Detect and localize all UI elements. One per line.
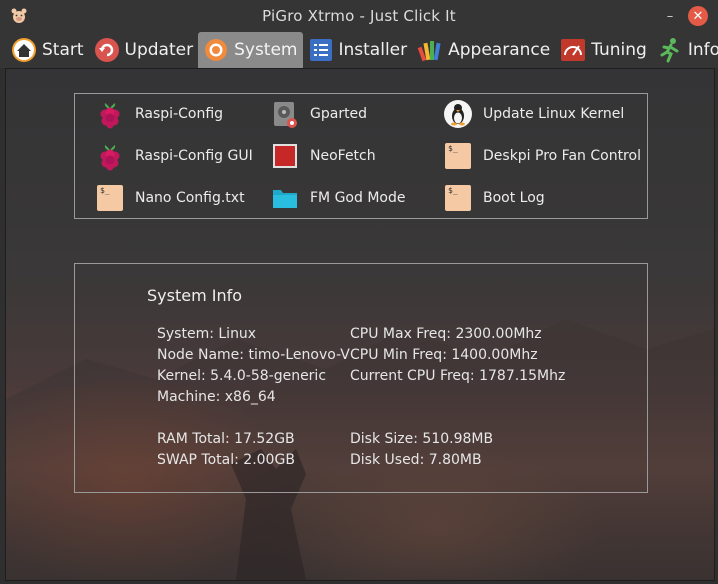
speedometer-icon [560, 37, 586, 63]
neofetch-icon [270, 141, 300, 171]
system-tab-panel: Raspi-Config Gparted Update Linux Kernel… [5, 68, 715, 581]
close-icon: ✕ [692, 8, 704, 24]
tux-icon [443, 99, 473, 129]
app-window: PiGro Xtrmo - Just Click It – ✕ Start Up… [0, 0, 718, 584]
nano-config-txt-button[interactable]: $_ Nano Config.txt [95, 183, 245, 213]
terminal-glyph: $_ [448, 186, 458, 195]
tab-bar: Start Updater System Installer Appearanc… [0, 32, 718, 68]
tab-label: Info [687, 40, 718, 60]
ram-total-value: RAM Total: 17.52GB [157, 431, 295, 447]
raspi-config-button[interactable]: Raspi-Config [95, 99, 223, 129]
system-info-title: System Info [147, 286, 243, 305]
pig-logo-icon [11, 8, 27, 23]
tab-label: Tuning [591, 40, 647, 60]
disk-size-value: Disk Size: 510.98MB [350, 431, 494, 447]
raspi-config-gui-button[interactable]: Raspi-Config GUI [95, 141, 253, 171]
terminal-glyph: $_ [100, 186, 110, 195]
launcher-label: Nano Config.txt [135, 190, 245, 206]
swap-total-value: SWAP Total: 2.00GB [157, 452, 295, 468]
minimize-button[interactable]: – [660, 6, 680, 26]
tab-label: Start [42, 40, 84, 60]
tab-info[interactable]: Info [652, 32, 718, 68]
gear-icon [203, 37, 229, 63]
launcher-label: Raspi-Config [135, 106, 224, 122]
current-cpu-freq-value: Current CPU Freq: 1787.15Mhz [350, 368, 566, 384]
launcher-label: Raspi-Config GUI [135, 148, 253, 164]
palette-icon [417, 37, 443, 63]
tab-system[interactable]: System [198, 32, 303, 68]
tab-tuning[interactable]: Tuning [555, 32, 652, 68]
tab-start[interactable]: Start [6, 32, 89, 68]
tab-label: Updater [124, 40, 194, 60]
tab-appearance[interactable]: Appearance [412, 32, 555, 68]
list-icon [308, 37, 334, 63]
window-title: PiGro Xtrmo - Just Click It [262, 7, 456, 25]
launcher-panel: Raspi-Config Gparted Update Linux Kernel… [74, 93, 648, 219]
launcher-label: Update Linux Kernel [483, 106, 625, 122]
close-button[interactable]: ✕ [688, 6, 708, 26]
system-value: System: Linux [157, 326, 257, 342]
tab-label: Installer [338, 40, 408, 60]
neofetch-button[interactable]: NeoFetch [270, 141, 376, 171]
minimize-icon: – [666, 8, 674, 24]
launcher-label: NeoFetch [310, 148, 376, 164]
home-icon [11, 37, 37, 63]
launcher-label: Gparted [310, 106, 368, 122]
raspberry-icon [95, 141, 125, 171]
tab-label: System [234, 40, 298, 60]
disk-icon [270, 99, 300, 129]
fm-god-mode-button[interactable]: FM God Mode [270, 183, 405, 213]
kernel-value: Kernel: 5.4.0-58-generic [157, 368, 327, 384]
launcher-label: FM God Mode [310, 190, 406, 206]
launcher-label: Boot Log [483, 190, 545, 206]
gparted-button[interactable]: Gparted [270, 99, 367, 129]
cpu-min-freq-value: CPU Min Freq: 1400.00Mhz [350, 347, 538, 363]
raspberry-icon [95, 99, 125, 129]
terminal-glyph: $_ [448, 144, 458, 153]
tab-label: Appearance [448, 40, 551, 60]
title-bar[interactable]: PiGro Xtrmo - Just Click It – ✕ [0, 0, 718, 32]
running-man-icon [657, 37, 683, 63]
launcher-label: Deskpi Pro Fan Control [483, 148, 641, 164]
terminal-icon: $_ [95, 183, 125, 213]
terminal-icon: $_ [443, 141, 473, 171]
machine-value: Machine: x86_64 [157, 389, 276, 405]
cpu-max-freq-value: CPU Max Freq: 2300.00Mhz [350, 326, 542, 342]
node-name-value: Node Name: timo-Lenovo-V [157, 347, 350, 363]
update-linux-kernel-button[interactable]: Update Linux Kernel [443, 99, 624, 129]
terminal-icon: $_ [443, 183, 473, 213]
folder-icon [270, 183, 300, 213]
system-info-panel: System Info System: Linux Node Name: tim… [74, 263, 648, 493]
tab-updater[interactable]: Updater [89, 32, 199, 68]
tab-installer[interactable]: Installer [303, 32, 413, 68]
disk-used-value: Disk Used: 7.80MB [350, 452, 482, 468]
boot-log-button[interactable]: $_ Boot Log [443, 183, 545, 213]
deskpi-pro-fan-control-button[interactable]: $_ Deskpi Pro Fan Control [443, 141, 641, 171]
refresh-icon [94, 37, 120, 63]
